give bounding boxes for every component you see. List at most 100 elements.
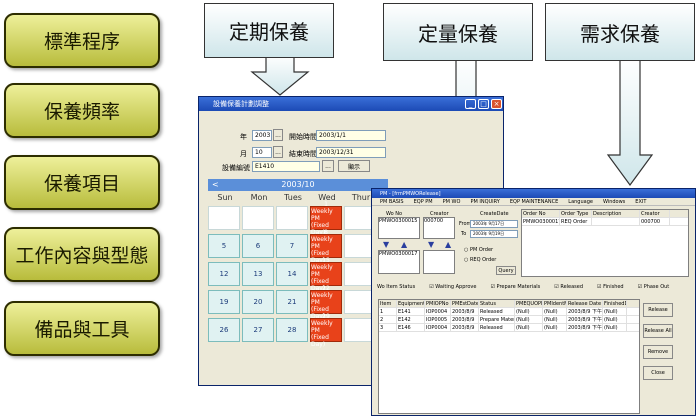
calendar-day[interactable]: 26 [208,318,240,342]
calendar-day[interactable]: 27 [242,318,274,342]
to-label: To [461,231,467,237]
calendar-day[interactable]: 28 [276,318,308,342]
item-cell: Released [479,308,515,315]
wo-list-top[interactable]: PMWO0300015 [378,217,420,239]
calendar-day[interactable]: 6 [242,234,274,258]
pm-label: Weekly PM [311,291,333,306]
show-button[interactable]: 顯示 [338,160,370,172]
item-col-header[interactable]: PMEQUOPN [515,300,543,307]
equip-browse-button[interactable]: ... [322,160,334,172]
pm-menu-item[interactable]: Windows [603,199,625,205]
weekday-tue: Tues [284,193,302,202]
item-col-header[interactable]: Item [379,300,397,307]
item-col-header[interactable]: FinishedDa [603,300,627,307]
order-col-header[interactable]: Order No [522,210,560,217]
radio-req-label: REQ Order [469,257,497,263]
pm-menu-item[interactable]: PM WO [443,199,461,205]
pm-menu-item[interactable]: PM BASIS [380,199,404,205]
calendar-day[interactable]: 12 [208,262,240,286]
order-grid[interactable]: Order No Order Type Description Creator PMW… [521,209,689,277]
close-icon[interactable]: × [491,99,502,109]
item-cell: 2003/8/9 [451,316,479,323]
query-button[interactable]: Query [496,266,516,275]
pm-menu-item[interactable]: EQP MAINTENANCE [510,199,558,205]
calendar-day-pm[interactable]: 29 Weekly PM (Fixed Day) [310,313,342,348]
calendar-day[interactable] [242,206,274,230]
calendar-day[interactable] [208,206,240,230]
item-cell: 1 [379,308,397,315]
equip-field[interactable]: E1410 [252,161,320,172]
item-col-header[interactable]: PMIdentM [543,300,567,307]
weekday-mon: Mon [250,193,268,202]
item-col-header[interactable]: EquipmentNo [397,300,425,307]
checkbox-icon: ☑ [597,284,602,290]
pm-menu-item[interactable]: Language [568,199,593,205]
status-checkbox[interactable]: ☑ Waiting Approve [429,284,476,290]
pm-menu-item[interactable]: PM INQUIRY [470,199,499,205]
calendar-day[interactable]: 7 [276,234,308,258]
status-checkbox[interactable]: ☑ Phase Out [638,284,670,290]
item-col-header[interactable]: PMIOPNo [425,300,451,307]
close-button[interactable]: Close [643,366,673,380]
radio-req-order[interactable]: ○ REQ Order [464,257,496,263]
remove-button[interactable]: Remove [643,345,673,359]
from-date-field[interactable]: 2003年 9月17日 [470,220,518,228]
year-browse-button[interactable]: ... [273,129,283,141]
arrow-up-icon[interactable]: ▲ [401,240,407,249]
item-cell: Prepare Materials [480,316,515,323]
month-browse-button[interactable]: ... [273,146,283,158]
calendar-day-pm[interactable]: 8 Weekly PM (Fixed Day) [310,229,342,264]
status-option-label: Prepare Materials [496,284,541,290]
calendar-day[interactable]: 13 [242,262,274,286]
creator-list-bottom[interactable] [423,250,455,274]
item-row[interactable]: 2E142IOP00052003/8/9Prepare Materials(Nu… [379,316,639,324]
calendar-day[interactable]: 14 [276,262,308,286]
item-row[interactable]: 1 E141 IOP0004 2003/8/9 Released (Null) (Null)… [379,308,639,316]
calendar-day[interactable] [276,206,308,230]
maximize-icon[interactable]: □ [478,99,489,109]
arrow-down-icon-2[interactable]: ▼ [428,240,434,249]
status-label: Wo Item Status [377,284,416,290]
creator-list-top[interactable]: 000700 [423,217,455,239]
item-grid[interactable]: ItemEquipmentNoPMIOPNoPMEstDateTimStatus… [378,299,640,414]
item-cell: IOP0005 [425,316,451,323]
calendar-day-pm[interactable]: 15 Weekly PM (Fixed Day) [310,257,342,292]
wo-item: PMWO0300017 [379,251,418,257]
release-all-button[interactable]: Release All [643,324,673,338]
order-col-header[interactable]: Description [592,210,640,217]
order-col-header[interactable]: Order Type [560,210,592,217]
start-field[interactable]: 2003/1/1 [316,130,386,141]
calendar-day-pm[interactable]: 22 Weekly PM (Fixed Day) [310,285,342,320]
release-button[interactable]: Release [643,303,673,317]
item-cell: (Null) [603,316,627,323]
calendar-day[interactable]: 19 [208,290,240,314]
item-col-header[interactable]: PMEstDateTim [451,300,479,307]
minimize-icon[interactable]: _ [465,99,476,109]
arrow-down-icon[interactable]: ▼ [383,240,389,249]
month-field[interactable]: 10 [252,147,272,158]
calendar-day[interactable]: 21 [276,290,308,314]
order-col-header[interactable]: Creator [640,210,670,217]
item-cell: (Null) [515,324,543,331]
arrow-up-icon-2[interactable]: ▲ [445,240,451,249]
item-row[interactable]: 3 E146 IOP0004 2003/8/9 Released (Null) (Null)… [379,324,639,332]
calendar-prev-button[interactable]: < [212,179,219,191]
to-date-field[interactable]: 2003年 9月19日 [470,230,518,238]
radio-pm-order[interactable]: ○ PM Order [464,247,493,253]
calendar-day[interactable]: 5 [208,234,240,258]
pm-menu-item[interactable]: EQP PM [414,199,433,205]
item-cell: 2003/8/9 下午 [568,316,603,323]
end-field[interactable]: 2003/12/31 [316,147,386,158]
status-checkbox[interactable]: ☑ Prepare Materials [490,284,540,290]
item-col-header[interactable]: Status [479,300,515,307]
callout-quantity-label: 定量保養 [383,3,533,61]
status-checkbox[interactable]: ☑ Finished [597,284,624,290]
order-row[interactable]: PMWO0300017 REQ Order 000700 [522,218,688,226]
status-checkbox[interactable]: ☑ Released [554,284,583,290]
item-col-header[interactable]: Release Date [567,300,603,307]
wo-list-bottom[interactable]: PMWO0300017 [378,250,420,274]
pm-menu-item[interactable]: EXIT [635,199,646,205]
year-field[interactable]: 2003 [252,130,272,141]
calendar-day-pm[interactable]: 1 Weekly PM (Fixed Day) [310,201,342,236]
calendar-day[interactable]: 20 [242,290,274,314]
